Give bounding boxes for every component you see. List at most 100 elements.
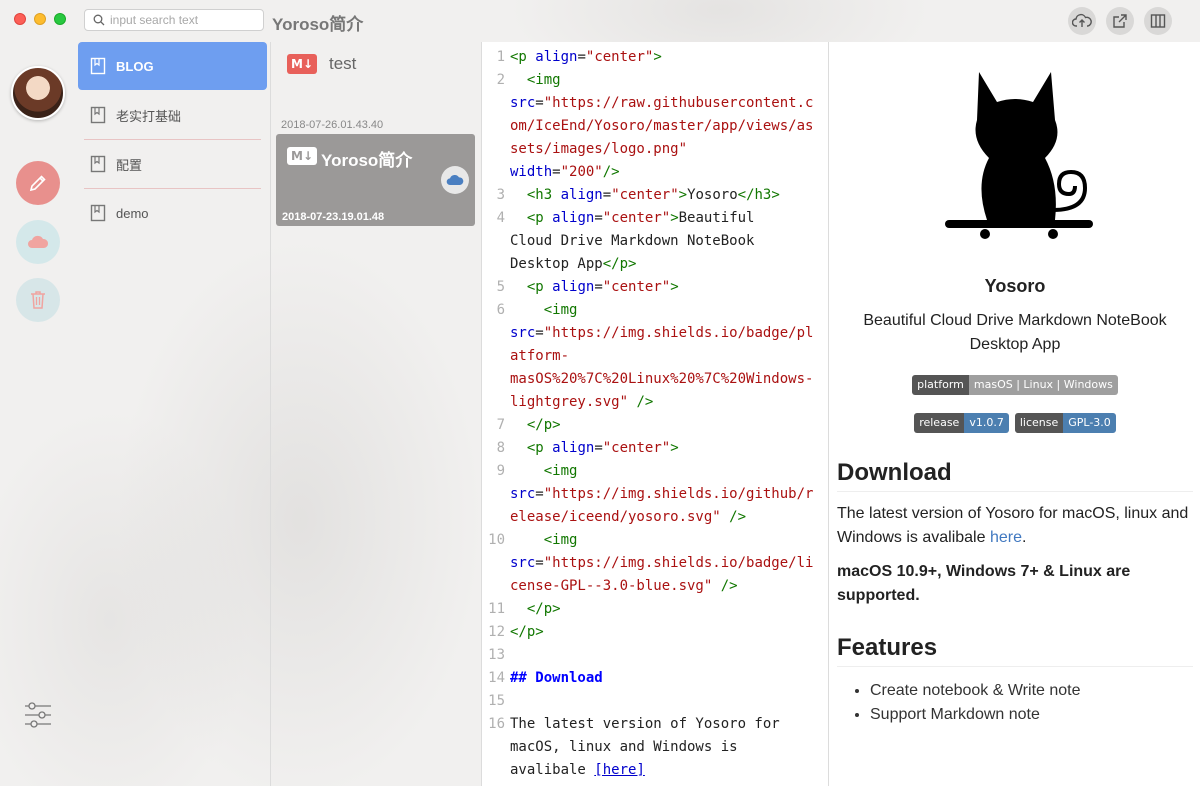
line-text[interactable]: </p> (510, 621, 816, 644)
note-created-date: 2018-07-26.01.43.40 (281, 119, 384, 131)
markdown-editor[interactable]: 1 <p align="center"> 2 <img src="https://r… (482, 42, 828, 786)
line-text[interactable]: </p> (510, 598, 816, 621)
line-number: 2 (496, 72, 505, 88)
notebook-icon (90, 204, 106, 222)
line-number: 9 (496, 463, 505, 479)
notebook-list: BLOG 老实打基础 配置 demo (78, 42, 271, 786)
search-icon (93, 14, 105, 26)
line-number: 12 (488, 624, 505, 640)
search-input[interactable] (110, 13, 260, 27)
notebook-icon (90, 155, 106, 173)
note-list-header: M↓ test (287, 54, 356, 74)
line-text[interactable]: <img src="https://img.shields.io/badge/p… (510, 299, 816, 414)
code-line[interactable]: 15 ​ (482, 690, 828, 713)
download-heading: Download (837, 459, 1193, 492)
trash-icon (31, 291, 45, 309)
layout-toggle-button[interactable] (1144, 7, 1172, 35)
code-line[interactable]: 8 <p align="center"> (482, 437, 828, 460)
notebook-item-demo[interactable]: demo (78, 189, 267, 237)
line-text[interactable]: <h3 align="center">Yosoro</h3> (510, 184, 816, 207)
code-line[interactable]: 5 <p align="center"> (482, 276, 828, 299)
notebook-item-blog[interactable]: BLOG (78, 42, 267, 90)
notebook-label: 配置 (116, 157, 143, 173)
new-note-button[interactable] (16, 161, 60, 205)
search-box[interactable] (84, 9, 264, 31)
cat-logo-icon (945, 72, 1093, 239)
notebook-icon (90, 57, 106, 75)
maximize-window-button[interactable] (54, 13, 66, 25)
download-paragraph: The latest version of Yosoro for macOS, … (837, 505, 1189, 546)
left-rail (0, 42, 78, 786)
release-badge: release v1.0.7 (914, 413, 1009, 433)
preview-description: Beautiful Cloud Drive Markdown NoteBook … (863, 312, 1167, 353)
line-number: 1 (496, 49, 505, 65)
line-number: 15 (488, 693, 505, 709)
line-text[interactable]: <img src="https://img.shields.io/github/… (510, 460, 816, 529)
note-list-title: test (329, 54, 357, 73)
code-line[interactable]: 7 </p> (482, 414, 828, 437)
platform-badge: platform masOS | Linux | Windows (912, 375, 1118, 395)
code-line[interactable]: 10 <img src="https://img.shields.io/badg… (482, 529, 828, 598)
note-updated-date: 2018-07-23.19.01.48 (282, 211, 385, 223)
line-number: 7 (496, 417, 505, 433)
cloud-sync-button[interactable] (16, 220, 60, 264)
markdown-icon: M↓ (287, 147, 317, 165)
upload-button[interactable] (1068, 7, 1096, 35)
line-text[interactable]: ## Download (510, 667, 816, 690)
cloud-icon (28, 235, 49, 248)
code-line[interactable]: 11 </p> (482, 598, 828, 621)
line-number: 4 (496, 210, 505, 226)
code-line[interactable]: 3 <h3 align="center">Yosoro</h3> (482, 184, 828, 207)
requirements-text: macOS 10.9+, Windows 7+ & Linux are supp… (837, 563, 1131, 604)
code-line[interactable]: 16 The latest version of Yosoro for macOS… (482, 713, 828, 782)
code-line[interactable]: 12 </p> (482, 621, 828, 644)
notebook-label: demo (116, 205, 149, 221)
code-line[interactable]: 9 <img src="https://img.shields.io/githu… (482, 460, 828, 529)
code-line[interactable]: 2 <img src="https://raw.githubuserconten… (482, 69, 828, 184)
features-list: Create notebook & Write note Support Mar… (837, 679, 1193, 727)
badge-row: release v1.0.7 license GPL-3.0 (837, 413, 1193, 433)
code-lines[interactable]: 1 <p align="center"> 2 <img src="https://r… (482, 42, 828, 782)
line-text[interactable]: <p align="center"> (510, 437, 816, 460)
cloud-status-badge[interactable] (441, 166, 469, 194)
line-number: 8 (496, 440, 505, 456)
export-button[interactable] (1106, 7, 1134, 35)
note-item[interactable]: M↓ Yoroso简介 2018-07-23.19.01.48 (276, 134, 475, 226)
line-number: 10 (488, 532, 505, 548)
line-text[interactable]: The latest version of Yosoro for macOS, … (510, 713, 816, 782)
note-list: M↓ test 2018-07-26.01.43.40 M↓ Yoroso简介 … (271, 42, 482, 786)
avatar[interactable] (11, 66, 65, 120)
columns-icon (1150, 14, 1166, 28)
minimize-window-button[interactable] (34, 13, 46, 25)
line-text[interactable]: ​ (510, 690, 816, 713)
code-line[interactable]: 6 <img src="https://img.shields.io/badge… (482, 299, 828, 414)
settings-button[interactable] (20, 697, 56, 733)
notebook-item-basics[interactable]: 老实打基础 (78, 91, 267, 139)
notebook-label: BLOG (116, 58, 154, 74)
download-link[interactable]: here (990, 529, 1022, 546)
markdown-preview: Yosoro Beautiful Cloud Drive Markdown No… (828, 42, 1200, 786)
share-icon (1113, 14, 1127, 28)
code-line[interactable]: 4 <p align="center">Beautiful Cloud Driv… (482, 207, 828, 276)
line-text[interactable]: <p align="center"> (510, 46, 816, 69)
code-line[interactable]: 14 ## Download (482, 667, 828, 690)
code-line[interactable]: 1 <p align="center"> (482, 46, 828, 69)
code-line[interactable]: 13 ​ (482, 644, 828, 667)
line-number: 5 (496, 279, 505, 295)
line-text[interactable]: <p align="center"> (510, 276, 816, 299)
line-text[interactable]: <img src="https://raw.githubusercontent.… (510, 69, 816, 184)
trash-button[interactable] (16, 278, 60, 322)
line-number: 6 (496, 302, 505, 318)
line-text[interactable]: <p align="center">Beautiful Cloud Drive … (510, 207, 816, 276)
notebook-item-config[interactable]: 配置 (78, 140, 267, 188)
line-text[interactable]: ​ (510, 644, 816, 667)
line-number: 16 (488, 716, 505, 732)
note-title: Yoroso简介 (321, 151, 413, 170)
license-badge: license GPL-3.0 (1014, 413, 1116, 433)
line-number: 3 (496, 187, 505, 203)
line-text[interactable]: <img src="https://img.shields.io/badge/l… (510, 529, 816, 598)
close-window-button[interactable] (14, 13, 26, 25)
line-text[interactable]: </p> (510, 414, 816, 437)
list-item: Support Markdown note (870, 703, 1193, 727)
line-number: 13 (488, 647, 505, 663)
